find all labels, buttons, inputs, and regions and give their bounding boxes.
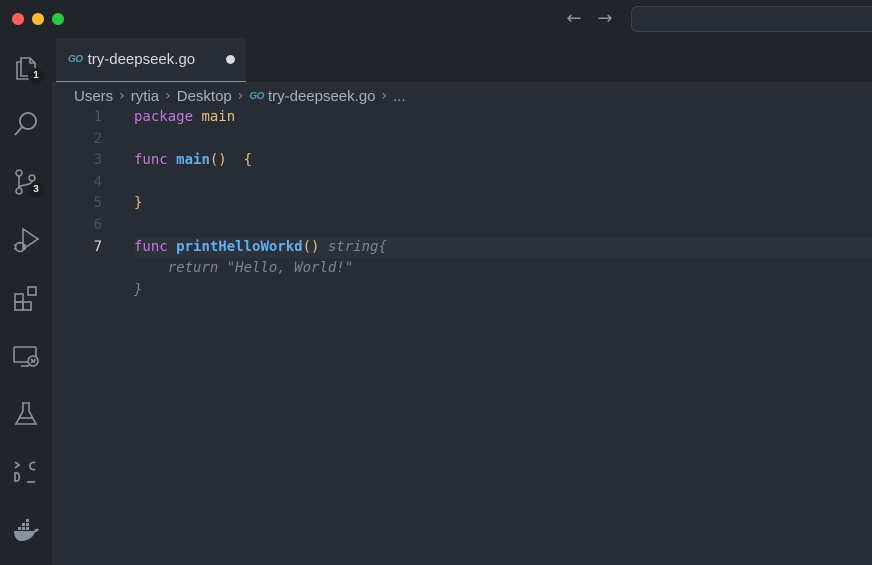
paren-token: () [302,238,320,255]
explorer-badge: 1 [28,68,44,84]
explorer-button[interactable]: 1 [8,50,44,86]
tab-bar: GO try-deepseek.go [52,38,872,82]
source-control-button[interactable]: 3 [8,164,44,200]
docker-icon [14,519,39,541]
forward-arrow-icon[interactable]: → [595,8,615,30]
current-code-line: func printHelloWorkd() string{ [134,236,872,259]
run-debug-icon [14,227,40,253]
keyword-token: func [134,238,168,255]
maximize-window-button[interactable] [52,13,64,25]
search-icon [14,112,37,136]
extensions-button[interactable] [8,280,44,316]
ghost-suggestion: } [134,281,143,298]
testing-icon [14,402,38,425]
ghost-line: return "Hello, World!" [52,258,872,280]
chevron-right-icon: › [237,88,244,104]
remote-explorer-icon [13,346,39,367]
back-arrow-icon[interactable]: ← [564,8,584,30]
remote-explorer-button[interactable] [8,338,44,374]
keyword-token: package [134,109,194,125]
code-line: 5 } [52,193,872,215]
source-control-badge: 3 [28,182,44,198]
extensions-icon [14,286,37,311]
function-name-token: main [176,152,210,169]
ghost-line: } [52,280,872,302]
breadcrumb: Users › rytia › Desktop › GO try-deepsee… [74,85,406,107]
run-debug-button[interactable] [8,222,44,258]
line-number: 4 [93,173,102,190]
ghost-suggestion: return "Hello, World!" [134,260,354,277]
line-number: 6 [93,217,102,233]
keyword-token: func [134,152,168,169]
command-center-search[interactable] [631,6,872,32]
ghost-suggestion: string{ [319,238,387,255]
code-line: 3 func main() { [52,150,872,172]
activity-bar: 1 3 [0,38,52,565]
breadcrumb-item-desktop[interactable]: Desktop [177,88,232,105]
go-file-icon: GO [68,54,83,65]
code-line: 2 [52,129,872,151]
minimize-window-button[interactable] [32,13,44,25]
paren-token: () [209,152,227,169]
brace-token: } [134,195,143,212]
code-line-gutter: 7 [52,237,134,259]
chevron-right-icon: › [381,88,388,104]
brace-token: { [243,152,253,169]
line-number: 2 [93,130,102,147]
close-window-button[interactable] [12,13,24,25]
line-number: 3 [93,152,102,169]
line-number: 5 [93,195,102,212]
code-editor[interactable]: 1 package main 2 3 func main() { 4 5 } 6… [52,107,872,565]
code-line: 1 package main [52,107,872,129]
line-number: 1 [93,109,102,125]
function-name-token: printHelloWorkd [176,238,303,255]
line-number-active: 7 [93,238,102,255]
breadcrumb-item-rytia[interactable]: rytia [131,88,159,105]
code-line: 6 [52,215,872,237]
codegpt-button[interactable] [8,454,44,490]
breadcrumb-item-file[interactable]: try-deepseek.go [268,88,376,105]
breadcrumb-item-users[interactable]: Users [74,88,113,105]
code-line: 4 [52,172,872,194]
chevron-right-icon: › [165,88,171,104]
title-bar: ← → [0,0,872,38]
go-file-icon: GO [249,90,264,102]
search-button[interactable] [8,106,44,142]
tab-label: try-deepseek.go [87,51,196,68]
unsaved-dot-icon[interactable] [226,55,235,64]
breadcrumb-more[interactable]: ... [393,88,406,105]
package-name-token: main [201,109,236,125]
docker-button[interactable] [8,512,44,548]
tab-try-deepseek-go[interactable]: GO try-deepseek.go [56,38,246,82]
chevron-right-icon: › [119,88,125,104]
codegpt-icon [14,461,36,483]
testing-button[interactable] [8,396,44,432]
